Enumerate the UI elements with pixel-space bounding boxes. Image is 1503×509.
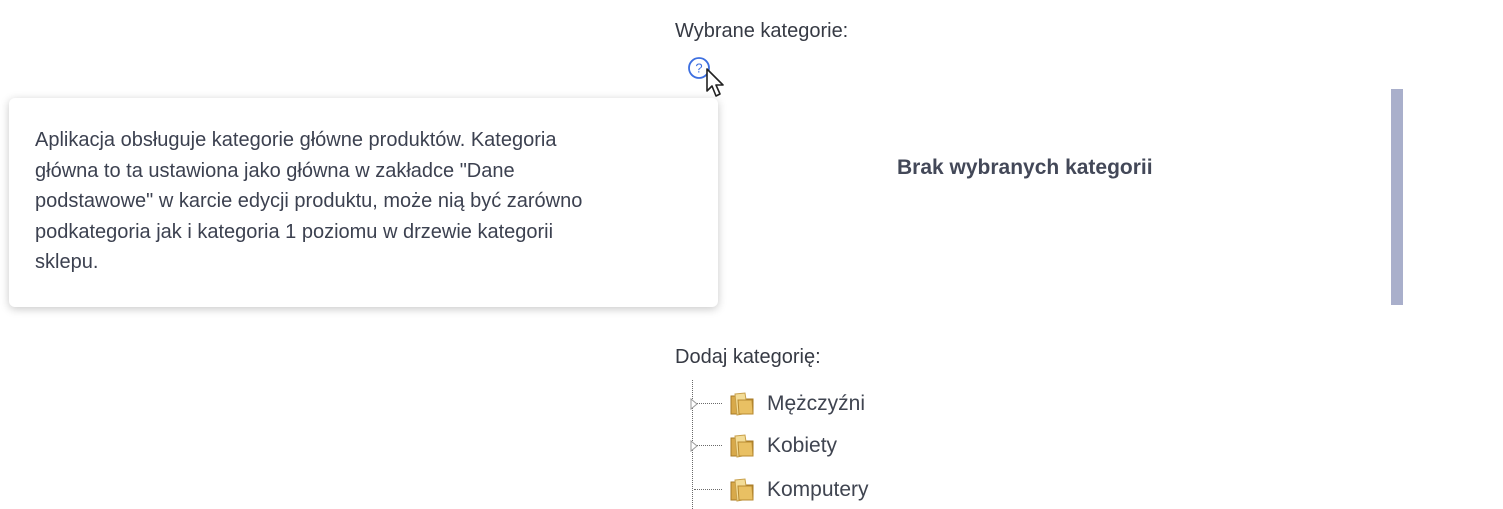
tree-item-kobiety[interactable]: Kobiety bbox=[688, 431, 948, 461]
category-tree: Mężczyźni Kobiety Komputery bbox=[688, 380, 988, 509]
svg-text:?: ? bbox=[695, 61, 702, 76]
tree-item-mezczyzni[interactable]: Mężczyźni bbox=[688, 389, 948, 419]
scrollbar[interactable] bbox=[1391, 89, 1403, 305]
question-circle-icon[interactable]: ? bbox=[687, 56, 711, 80]
expand-arrow-icon[interactable] bbox=[689, 440, 699, 452]
folder-icon bbox=[730, 392, 754, 416]
empty-selection-message: Brak wybranych kategorii bbox=[897, 156, 1153, 179]
add-category-label: Dodaj kategorię: bbox=[675, 346, 821, 368]
selected-categories-label: Wybrane kategorie: bbox=[675, 20, 849, 42]
expand-arrow-icon[interactable] bbox=[689, 398, 699, 410]
help-tooltip: Aplikacja obsługuje kategorie główne pro… bbox=[9, 98, 718, 307]
tree-branch-line bbox=[694, 489, 722, 490]
tree-item-label: Mężczyźni bbox=[767, 392, 866, 415]
tree-item-label: Kobiety bbox=[767, 434, 838, 457]
folder-icon bbox=[730, 478, 754, 502]
tree-item-label: Komputery bbox=[767, 478, 869, 501]
tree-item-komputery[interactable]: Komputery bbox=[688, 475, 948, 505]
tooltip-text: Aplikacja obsługuje kategorie główne pro… bbox=[35, 129, 583, 273]
folder-icon bbox=[730, 434, 754, 458]
